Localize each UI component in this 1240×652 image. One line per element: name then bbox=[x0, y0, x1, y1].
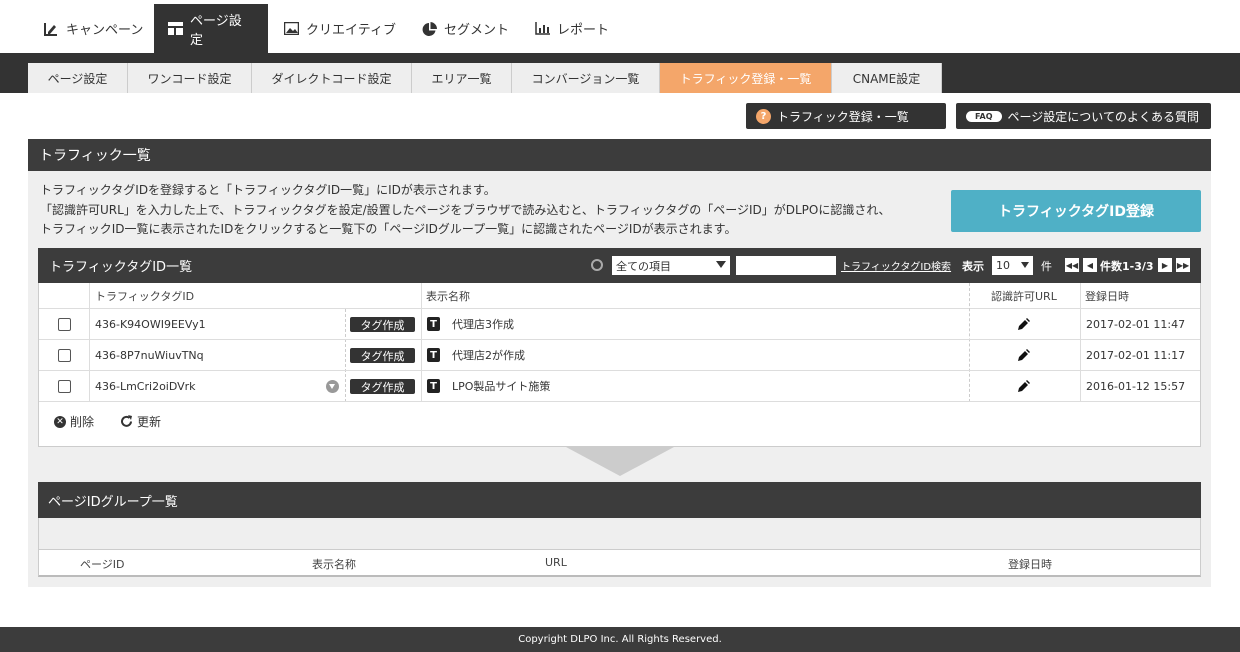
group-col-name: 表示名称 bbox=[312, 558, 356, 571]
row-date: 2017-02-01 11:47 bbox=[1086, 317, 1186, 331]
layout-icon bbox=[168, 21, 183, 36]
row-name: 代理店3作成 bbox=[452, 318, 514, 331]
row-checkbox[interactable] bbox=[58, 318, 71, 331]
table-row[interactable]: 436-LmCri2oiDVrk タグ作成 T LPO製品サイト施策 2016-… bbox=[39, 371, 1200, 402]
row-name: LPO製品サイト施策 bbox=[452, 380, 551, 393]
group-col-date: 登録日時 bbox=[1008, 558, 1052, 571]
down-arrow-icon bbox=[566, 447, 674, 476]
page-info: 件数1-3/3 bbox=[1100, 260, 1154, 273]
desc-line-1: トラフィックタグIDを登録すると「トラフィックタグID一覧」にIDが表示されます… bbox=[40, 183, 496, 197]
refresh-label: 更新 bbox=[137, 415, 162, 429]
group-title: ページIDグループ一覧 bbox=[38, 482, 1201, 518]
first-page-icon[interactable]: ◀◀ bbox=[1065, 258, 1079, 272]
nav-page-settings-label: ページ設定 bbox=[190, 13, 242, 48]
nav-report[interactable]: レポート bbox=[521, 4, 623, 53]
sub-navigation: ページ設定 ワンコード設定 ダイレクトコード設定 エリア一覧 コンバージョン一覧… bbox=[0, 53, 1240, 93]
tag-table-title: トラフィックタグID一覧 bbox=[49, 260, 193, 275]
nav-segment[interactable]: セグメント bbox=[408, 4, 523, 53]
nav-creative-label: クリエイティブ bbox=[306, 23, 396, 38]
text-type-icon: T bbox=[427, 317, 440, 331]
close-icon: ✕ bbox=[54, 415, 66, 428]
last-page-icon[interactable]: ▶▶ bbox=[1176, 258, 1190, 272]
row-tag-id[interactable]: 436-LmCri2oiDVrk bbox=[95, 371, 196, 401]
pie-chart-icon bbox=[422, 21, 438, 36]
nav-campaign-label: キャンペーン bbox=[66, 23, 144, 38]
search-icon bbox=[591, 259, 603, 271]
text-type-icon: T bbox=[427, 348, 440, 362]
footer-copyright: Copyright DLPO Inc. All Rights Reserved. bbox=[0, 627, 1240, 652]
nav-report-label: レポート bbox=[557, 23, 610, 38]
question-icon: ? bbox=[756, 108, 771, 124]
tab-cname[interactable]: CNAME設定 bbox=[832, 63, 942, 93]
next-page-icon[interactable]: ▶ bbox=[1158, 258, 1172, 272]
tag-table-header: トラフィックタグID一覧 全ての項目 トラフィックタグID検索 表示 10 件 … bbox=[38, 248, 1201, 283]
tab-direct-code[interactable]: ダイレクトコード設定 bbox=[252, 63, 412, 93]
faq-badge: FAQ bbox=[966, 110, 1002, 122]
text-type-icon: T bbox=[427, 379, 440, 393]
row-tag-id[interactable]: 436-8P7nuWiuvTNq bbox=[95, 340, 204, 370]
desc-line-2: 「認識許可URL」を入力した上で、トラフィックタグを設定/設置したページをブラウ… bbox=[40, 202, 891, 217]
filter-select[interactable]: 全ての項目 bbox=[612, 256, 730, 275]
row-date: 2016-01-12 15:57 bbox=[1086, 379, 1186, 393]
col-date: 登録日時 bbox=[1085, 290, 1129, 303]
chevron-down-icon bbox=[716, 261, 726, 268]
chevron-down-icon bbox=[1021, 262, 1029, 268]
group-col-page-id: ページID bbox=[80, 558, 125, 571]
tag-table: トラフィックタグID 表示名称 認識許可URL 登録日時 436-K94OWI9… bbox=[38, 283, 1201, 447]
display-label: 表示 bbox=[962, 260, 984, 273]
image-icon bbox=[283, 21, 300, 36]
faq-label: ページ設定についてのよくある質問 bbox=[1007, 109, 1199, 124]
refresh-button[interactable]: 更新 bbox=[120, 413, 161, 430]
delete-button[interactable]: ✕ 削除 bbox=[54, 413, 94, 430]
create-tag-button[interactable]: タグ作成 bbox=[350, 379, 415, 394]
pencil-icon[interactable] bbox=[1018, 349, 1030, 361]
row-tag-id[interactable]: 436-K94OWI9EEVy1 bbox=[95, 309, 206, 339]
table-row[interactable]: 436-8P7nuWiuvTNq タグ作成 T 代理店2が作成 2017-02-… bbox=[39, 340, 1200, 371]
tab-area-list[interactable]: エリア一覧 bbox=[412, 63, 512, 93]
faq-button[interactable]: FAQ ページ設定についてのよくある質問 bbox=[956, 103, 1211, 129]
panel-description: トラフィックタグIDを登録すると「トラフィックタグID一覧」にIDが表示されます… bbox=[40, 181, 890, 240]
traffic-help-label: トラフィック登録・一覧 bbox=[777, 109, 909, 124]
col-url: 認識許可URL bbox=[991, 290, 1057, 303]
desc-line-3: トラフィックID一覧に表示されたIDをクリックすると一覧下の「ページIDグループ… bbox=[40, 222, 737, 236]
tab-one-code[interactable]: ワンコード設定 bbox=[128, 63, 252, 93]
group-filter-band bbox=[38, 518, 1201, 549]
nav-campaign[interactable]: キャンペーン bbox=[30, 4, 157, 53]
chevron-down-icon[interactable] bbox=[326, 380, 339, 393]
refresh-icon bbox=[121, 415, 132, 427]
search-input[interactable] bbox=[736, 256, 836, 275]
edit-chart-icon bbox=[44, 22, 58, 36]
nav-creative[interactable]: クリエイティブ bbox=[270, 4, 410, 53]
unit-label: 件 bbox=[1041, 260, 1052, 273]
per-page-select[interactable]: 10 bbox=[992, 256, 1033, 275]
filter-select-value: 全ての項目 bbox=[616, 259, 671, 273]
tab-page-settings[interactable]: ページ設定 bbox=[28, 63, 128, 93]
panel-title: トラフィック一覧 bbox=[28, 139, 1211, 171]
pencil-icon[interactable] bbox=[1018, 380, 1030, 392]
per-page-value: 10 bbox=[996, 259, 1010, 272]
table-row[interactable]: 436-K94OWI9EEVy1 タグ作成 T 代理店3作成 2017-02-0… bbox=[39, 309, 1200, 340]
bar-chart-icon bbox=[535, 21, 550, 36]
register-tag-button[interactable]: トラフィックタグID登録 bbox=[951, 190, 1201, 232]
col-name: 表示名称 bbox=[426, 290, 470, 303]
nav-page-settings[interactable]: ページ設定 bbox=[154, 4, 268, 53]
delete-label: 削除 bbox=[70, 415, 95, 429]
top-navigation: キャンペーン ページ設定 クリエイティブ セグメント レポート bbox=[0, 0, 1240, 53]
create-tag-button[interactable]: タグ作成 bbox=[350, 348, 415, 363]
tab-traffic[interactable]: トラフィック登録・一覧 bbox=[660, 63, 832, 93]
group-col-url: URL bbox=[545, 556, 567, 569]
search-link[interactable]: トラフィックタグID検索 bbox=[841, 258, 951, 273]
prev-page-icon[interactable]: ◀ bbox=[1083, 258, 1097, 272]
row-name: 代理店2が作成 bbox=[452, 349, 525, 362]
col-tag-id: トラフィックタグID bbox=[95, 290, 195, 303]
row-checkbox[interactable] bbox=[58, 380, 71, 393]
group-table-header: ページID 表示名称 URL 登録日時 bbox=[38, 549, 1201, 577]
nav-segment-label: セグメント bbox=[444, 23, 510, 38]
row-date: 2017-02-01 11:17 bbox=[1086, 348, 1186, 362]
pencil-icon[interactable] bbox=[1018, 318, 1030, 330]
row-checkbox[interactable] bbox=[58, 349, 71, 362]
traffic-help-button[interactable]: ? トラフィック登録・一覧 bbox=[746, 103, 946, 129]
tab-conversion-list[interactable]: コンバージョン一覧 bbox=[512, 63, 660, 93]
create-tag-button[interactable]: タグ作成 bbox=[350, 317, 415, 332]
